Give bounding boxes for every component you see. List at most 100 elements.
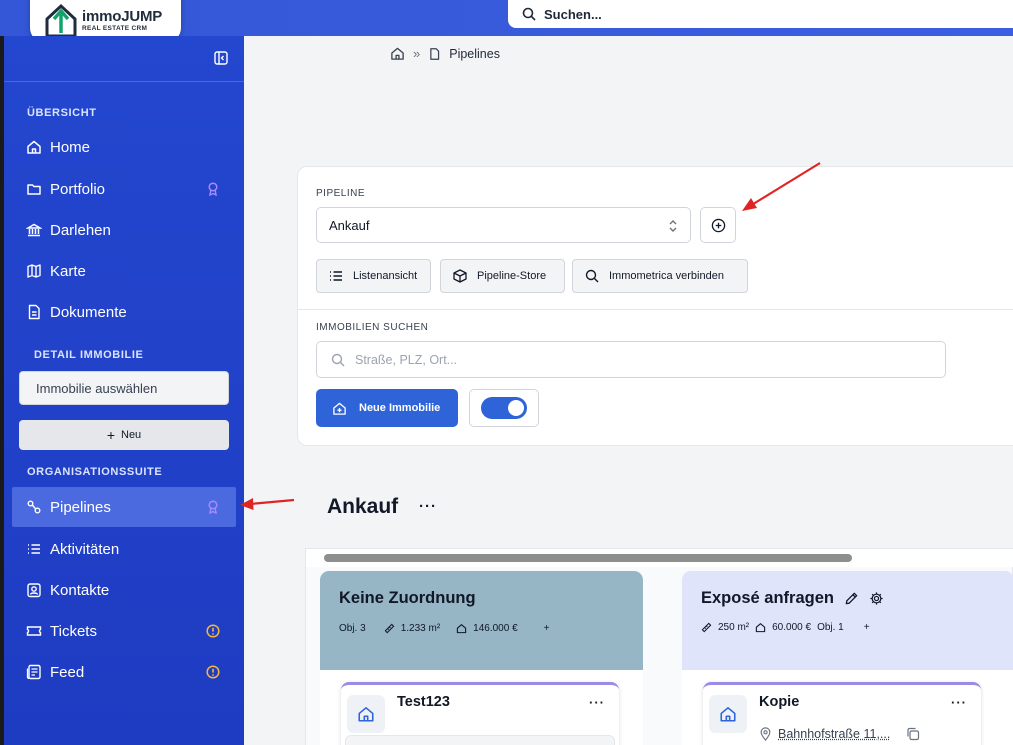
add-pipeline-button[interactable] xyxy=(700,207,736,243)
sidebar-item-karte[interactable]: Karte xyxy=(12,251,236,291)
column-body: Kopie ··· Bahnhofstraße 11,... xyxy=(682,670,1013,745)
sidebar-item-label: Darlehen xyxy=(50,222,111,239)
section-label-overview: ÜBERSICHT xyxy=(27,107,97,119)
view-toggle[interactable] xyxy=(481,397,527,419)
logo-house-icon xyxy=(44,1,78,39)
award-icon xyxy=(206,500,220,514)
search-icon xyxy=(522,7,536,21)
annotation-arrow-pipelines xyxy=(238,494,298,512)
card-more-icon[interactable]: ··· xyxy=(951,695,967,710)
property-card-title: Test123 xyxy=(397,694,450,710)
sidebar-item-darlehen[interactable]: Darlehen xyxy=(12,210,236,250)
property-search-input[interactable]: Straße, PLZ, Ort... xyxy=(316,341,946,378)
search-input[interactable]: Suchen... xyxy=(544,7,602,22)
immometrica-connect-button[interactable]: Immometrica verbinden xyxy=(572,259,748,293)
sidebar-item-label: Pipelines xyxy=(50,499,111,516)
home-icon xyxy=(357,705,375,723)
property-card-title: Kopie xyxy=(759,694,799,710)
pipeline-label: PIPELINE xyxy=(316,188,365,199)
column-header: Exposé anfragen xyxy=(701,589,884,608)
card-more-icon[interactable]: ··· xyxy=(589,695,605,710)
copy-icon[interactable] xyxy=(906,727,920,741)
map-icon xyxy=(26,263,42,279)
new-button[interactable]: + Neu xyxy=(19,420,229,450)
award-icon xyxy=(206,182,220,196)
sidebar-item-label: Aktivitäten xyxy=(50,541,119,558)
logo-subtitle: REAL ESTATE CRM xyxy=(82,26,162,33)
ruler-icon xyxy=(701,622,712,633)
list-icon xyxy=(329,270,343,282)
kanban-board: Keine Zuordnung Obj. 3 1.233 m² 146.000 … xyxy=(305,548,1013,745)
sidebar-item-label: Dokumente xyxy=(50,304,127,321)
column-value: 146.000 € xyxy=(473,623,518,634)
board-title: Ankauf xyxy=(327,495,398,519)
logo-name: immoJUMP xyxy=(82,9,162,24)
section-label-detail: DETAIL IMMOBILIE xyxy=(34,349,143,361)
home-icon[interactable] xyxy=(390,46,405,61)
view-toggle-container xyxy=(469,389,539,427)
sidebar-item-home[interactable]: Home xyxy=(12,127,236,167)
home-icon xyxy=(456,623,467,634)
scrollbar-thumb[interactable] xyxy=(324,554,852,562)
new-button-label: Neu xyxy=(121,429,141,441)
list-view-button[interactable]: Listenansicht xyxy=(316,259,431,293)
new-property-label: Neue Immobilie xyxy=(359,402,440,414)
breadcrumb-separator-icon: » xyxy=(413,46,420,61)
sidebar-item-label: Feed xyxy=(50,664,84,681)
sidebar-item-portfolio[interactable]: Portfolio xyxy=(12,169,236,209)
board-more-icon[interactable]: ··· xyxy=(419,498,437,515)
sidebar-item-feed[interactable]: Feed xyxy=(12,652,236,692)
column-title: Keine Zuordnung xyxy=(339,589,476,608)
immometrica-connect-label: Immometrica verbinden xyxy=(609,270,724,282)
plus-circle-icon xyxy=(711,218,726,233)
property-address-text[interactable]: Bahnhofstraße 11,... xyxy=(778,727,890,741)
sidebar-item-aktivitaeten[interactable]: Aktivitäten xyxy=(12,529,236,569)
column-area: 250 m² xyxy=(718,622,749,633)
home-icon xyxy=(719,705,737,723)
property-card[interactable]: Test123 ··· xyxy=(341,682,619,745)
home-icon xyxy=(755,622,766,633)
map-pin-icon xyxy=(759,727,772,741)
sidebar-item-tickets[interactable]: Tickets xyxy=(12,611,236,651)
breadcrumb-current[interactable]: Pipelines xyxy=(449,47,500,61)
pencil-icon[interactable] xyxy=(844,591,859,606)
property-avatar xyxy=(709,695,747,733)
property-avatar xyxy=(347,695,385,733)
property-search-label: IMMOBILIEN SUCHEN xyxy=(316,322,428,333)
list-view-label: Listenansicht xyxy=(353,270,417,282)
pipeline-store-button[interactable]: Pipeline-Store xyxy=(440,259,565,293)
column-add-button[interactable]: + xyxy=(544,623,550,634)
folder-icon xyxy=(26,181,42,197)
sidebar-divider xyxy=(4,81,244,82)
sidebar-item-dokumente[interactable]: Dokumente xyxy=(12,292,236,332)
sidebar-item-kontakte[interactable]: Kontakte xyxy=(12,570,236,610)
alert-icon xyxy=(206,665,220,679)
document-icon xyxy=(26,304,42,320)
sidebar-item-label: Home xyxy=(50,139,90,156)
feed-icon xyxy=(26,664,42,680)
house-plus-icon xyxy=(332,401,347,416)
column-stats: Obj. 3 1.233 m² 146.000 € + xyxy=(339,623,550,634)
sidebar-item-label: Karte xyxy=(50,263,86,280)
pipeline-store-label: Pipeline-Store xyxy=(477,270,546,282)
new-property-button[interactable]: Neue Immobilie xyxy=(316,389,458,427)
property-address: Bahnhofstraße 11,... xyxy=(759,727,920,741)
annotation-arrow-add-pipeline xyxy=(738,160,824,214)
document-icon xyxy=(428,47,441,61)
gear-icon[interactable] xyxy=(869,591,884,606)
global-search[interactable]: Suchen... xyxy=(508,0,1013,28)
property-select[interactable]: Immobilie auswählen xyxy=(19,371,229,405)
column-add-button[interactable]: + xyxy=(864,622,870,633)
home-icon xyxy=(26,139,42,155)
sidebar-collapse-icon[interactable] xyxy=(214,51,228,65)
list-icon xyxy=(26,541,42,557)
sidebar-item-label: Tickets xyxy=(50,623,97,640)
search-icon xyxy=(585,269,599,283)
bank-icon xyxy=(26,222,42,238)
sidebar-item-pipelines[interactable]: Pipelines xyxy=(12,487,236,527)
breadcrumb: » Pipelines xyxy=(390,46,500,61)
pipeline-select[interactable]: Ankauf xyxy=(316,207,691,243)
property-card[interactable]: Kopie ··· Bahnhofstraße 11,... xyxy=(703,682,981,745)
pipeline-panel: PIPELINE Ankauf Listenansicht Pipeline-S… xyxy=(297,166,1013,446)
horizontal-scrollbar[interactable] xyxy=(306,549,1013,567)
